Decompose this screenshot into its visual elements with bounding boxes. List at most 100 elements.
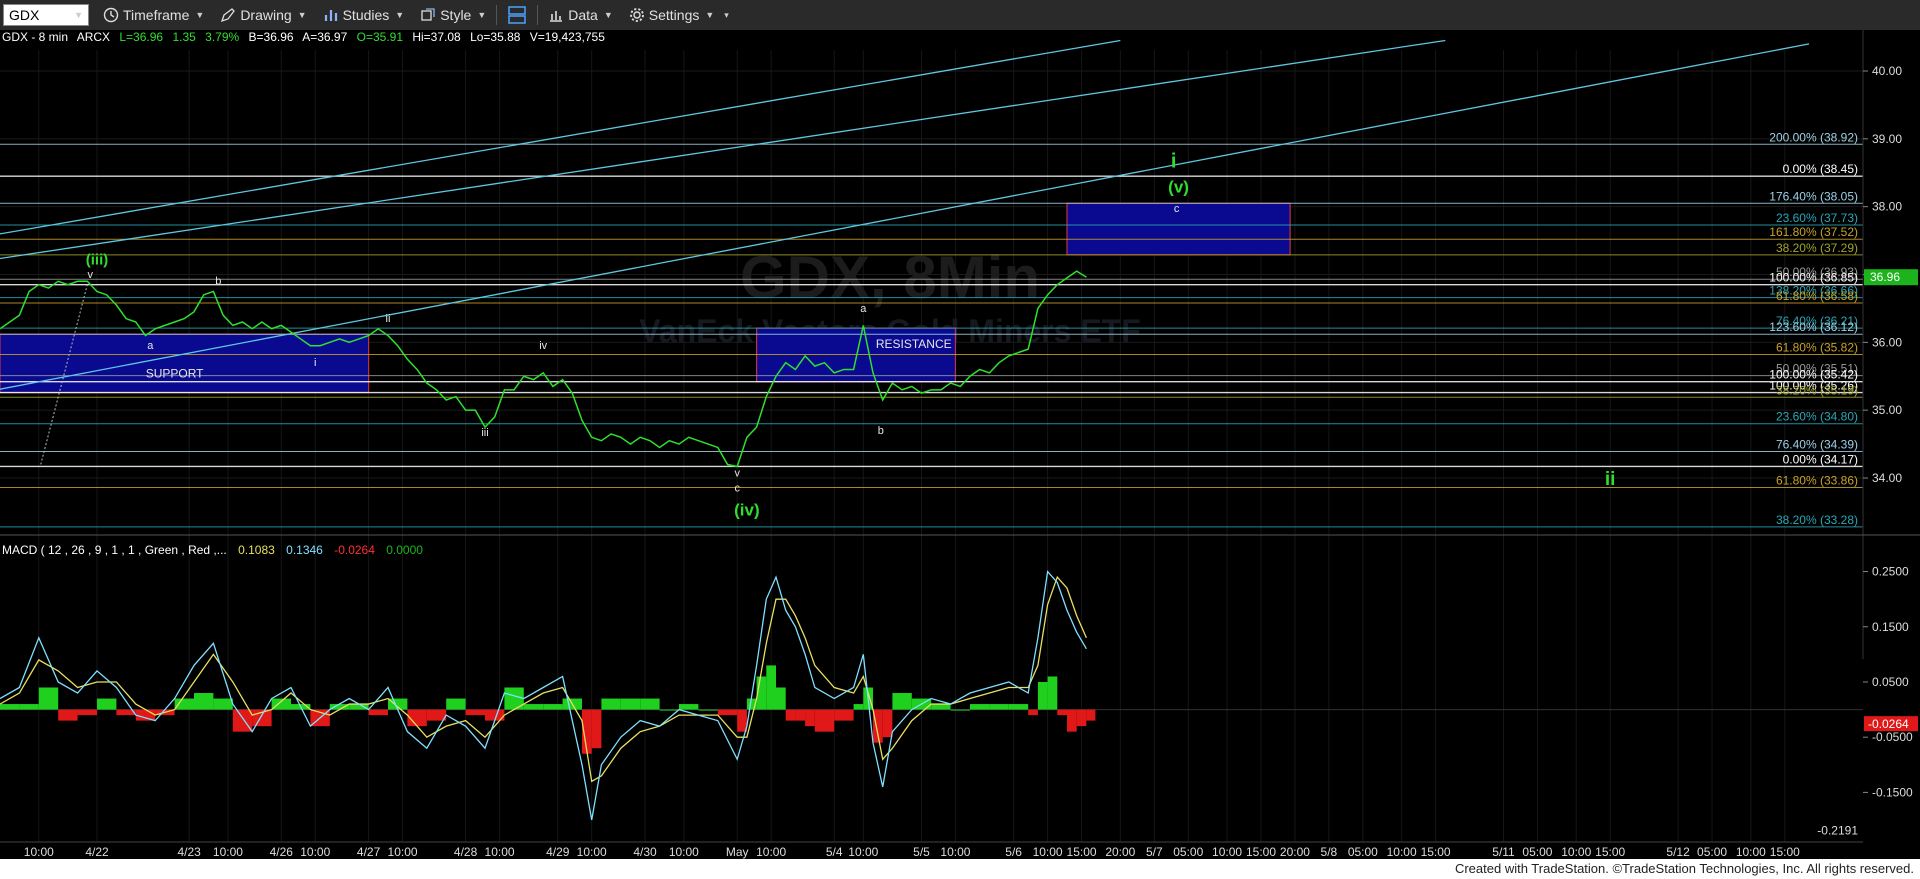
wave-label: (v) (1168, 177, 1189, 196)
time-axis-label: 05:00 (1697, 845, 1727, 859)
price-tick-label: 34.00 (1872, 471, 1902, 485)
time-axis-label: 15:00 (1595, 845, 1625, 859)
timeframe-label: Timeframe (123, 7, 190, 23)
fib-level-label: 0.00% (34.17) (1783, 452, 1858, 466)
fib-level-label: 0.00% (38.45) (1783, 162, 1858, 176)
header-low: Lo=35.88 (470, 30, 521, 44)
time-axis-label: 4/27 (357, 845, 381, 859)
time-axis-label: 10:00 (1387, 845, 1417, 859)
wave-label: i (1171, 150, 1177, 172)
chart-header: GDX - 8 min ARCX L=36.96 1.35 3.79% B=36… (2, 30, 605, 44)
style-icon (421, 8, 435, 21)
symbol-select[interactable]: GDX ▼ (3, 4, 89, 26)
header-open: O=35.91 (357, 30, 404, 44)
time-axis-label: 10:00 (1212, 845, 1242, 859)
macd-histogram-bar (194, 693, 214, 710)
toolbar: GDX ▼ Timeframe ▼ Drawing ▼ Studies ▼ St… (0, 0, 1920, 31)
macd-histogram-bar (446, 698, 466, 710)
macd-histogram-bar (853, 704, 864, 710)
price-tick-label: 36.00 (1872, 335, 1902, 349)
watermark-title: GDX, 8Min (740, 244, 1040, 311)
timeframe-button[interactable]: Timeframe ▼ (95, 1, 212, 29)
time-axis-label: 4/22 (85, 845, 109, 859)
style-button[interactable]: Style ▼ (412, 1, 494, 29)
macd-histogram-bar (1037, 681, 1048, 710)
header-bid: B=36.96 (249, 30, 294, 44)
macd-histogram-bar (1047, 676, 1058, 710)
macd-histogram-bar (814, 709, 835, 732)
time-axis-label: 5/8 (1321, 845, 1338, 859)
price-tick-label: 38.00 (1872, 200, 1902, 214)
gear-icon (629, 8, 644, 22)
chevron-down-icon: ▼ (603, 10, 613, 20)
macd-histogram-bar (0, 704, 20, 710)
studies-button[interactable]: Studies ▼ (315, 1, 413, 29)
toolbar-divider (537, 5, 539, 25)
macd-histogram-bar (591, 709, 602, 749)
time-axis-label: 10:00 (300, 845, 330, 859)
wave-label: c (734, 483, 740, 495)
fib-level-label: 38.20% (37.29) (1776, 241, 1858, 255)
time-axis-label: 4/29 (546, 845, 570, 859)
header-exchange: ARCX (77, 30, 110, 44)
macd-histogram-bar (737, 709, 747, 732)
time-axis-label: 10:00 (1033, 845, 1063, 859)
macd-histogram-bar (1028, 709, 1038, 716)
bar-chart-icon (550, 11, 563, 22)
time-axis-label: 10:00 (577, 845, 607, 859)
wave-label: ii (386, 313, 391, 325)
macd-histogram-bar (329, 704, 350, 710)
time-axis-label: 5/5 (913, 845, 930, 859)
price-tick-label: 40.00 (1872, 64, 1902, 78)
settings-label: Settings (648, 7, 700, 23)
fib-level-label: 61.80% (33.86) (1776, 473, 1858, 487)
time-axis-label: 5/11 (1492, 845, 1515, 859)
fib-level-label: 38.20% (33.28) (1776, 513, 1858, 527)
time-axis-label: 5/4 (826, 845, 843, 859)
header-symbol: GDX - 8 min (2, 30, 68, 44)
price-tick-label: 39.00 (1872, 132, 1902, 146)
fib-level-label: 61.80% (36.58) (1776, 289, 1858, 303)
copyright-text: Created with TradeStation. ©TradeStation… (1454, 861, 1914, 876)
wave-label: SUPPORT (146, 367, 204, 381)
header-volume: V=19,423,755 (530, 30, 605, 44)
data-label: Data (568, 7, 598, 23)
time-axis-label: 10:00 (213, 845, 243, 859)
time-axis-label: 15:00 (1067, 845, 1097, 859)
macd-histogram-bar (698, 709, 718, 711)
time-axis-label: 4/30 (633, 845, 657, 859)
header-last: L=36.96 (119, 30, 163, 44)
macd-title: MACD ( 12 , 26 , 9 , 1 , 1 , Green , Red… (2, 543, 227, 557)
fib-level-label: 100.00% (36.85) (1769, 271, 1858, 285)
macd-histogram-bar (931, 704, 951, 710)
pencil-icon (221, 8, 236, 23)
macd-zero-value: 0.0000 (386, 543, 423, 557)
chevron-down-icon: ▼ (195, 10, 205, 20)
toolbar-divider (496, 5, 498, 25)
price-chart[interactable]: GDX, 8Min VanEck Vectors Gold Miners ETF… (0, 30, 1920, 859)
settings-button[interactable]: Settings ▼ ▾ (621, 1, 737, 29)
macd-histogram-bar (970, 704, 990, 710)
wave-label: c (1174, 203, 1180, 215)
macd-histogram-bar (766, 665, 776, 710)
layout-button[interactable] (499, 1, 535, 29)
fib-level-label: 200.00% (38.92) (1769, 130, 1858, 144)
fib-level-label: 23.60% (37.73) (1776, 211, 1858, 225)
macd-diff-value: -0.0264 (334, 543, 375, 557)
data-button[interactable]: Data ▼ (540, 1, 621, 29)
clock-icon (103, 7, 119, 23)
drawing-button[interactable]: Drawing ▼ (212, 1, 314, 29)
macd-histogram-bar (805, 709, 815, 727)
studies-icon (324, 10, 337, 21)
wave-label: i (314, 357, 316, 369)
time-axis-label: 10:00 (669, 845, 699, 859)
wave-label: (iii) (86, 251, 109, 268)
fib-level-label: 176.40% (38.05) (1769, 189, 1858, 203)
time-axis-label: 4/23 (177, 845, 201, 859)
macd-last-value-label: -0.0264 (1868, 717, 1909, 731)
footer: Created with TradeStation. ©TradeStation… (0, 859, 1920, 879)
chevron-down-icon: ▼ (297, 10, 307, 20)
wave-label: RESISTANCE (876, 337, 952, 351)
time-axis-label: 5/7 (1146, 845, 1163, 859)
macd-histogram-bar (601, 698, 621, 710)
